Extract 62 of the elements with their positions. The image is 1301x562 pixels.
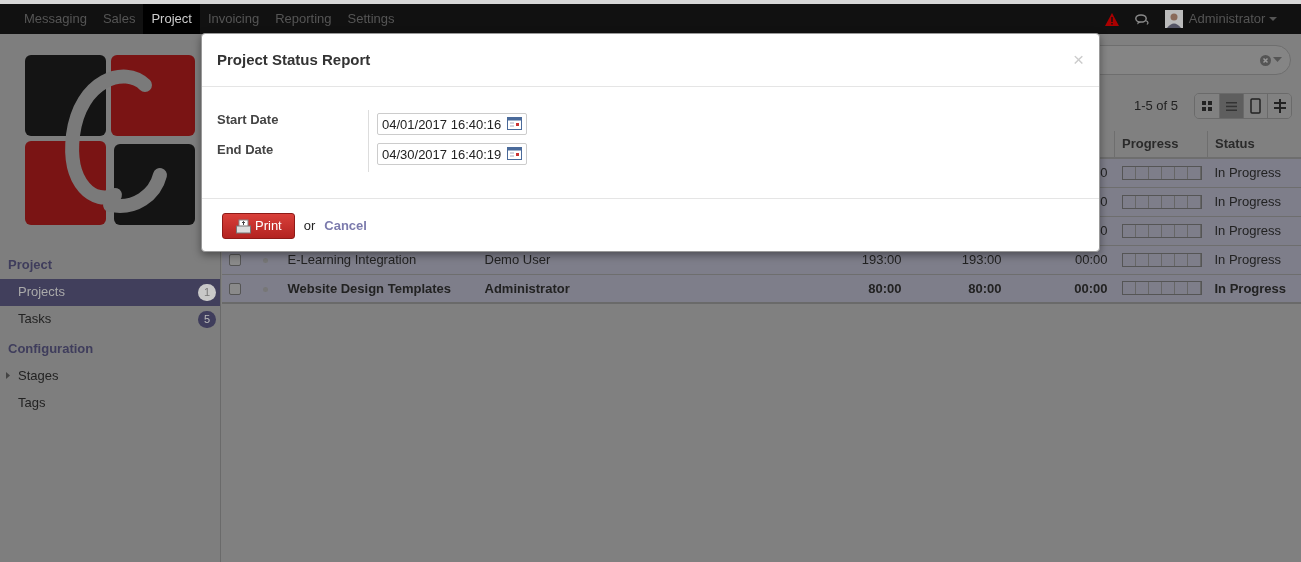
- table-cell: 193:00: [961, 251, 1002, 267]
- drag-handle-icon[interactable]: [262, 257, 268, 263]
- menu-item[interactable]: Reporting: [267, 4, 340, 34]
- expand-icon[interactable]: [6, 372, 10, 379]
- view-button[interactable]: [1267, 94, 1291, 118]
- count-badge: 1: [198, 283, 216, 301]
- date-field[interactable]: 04/01/2017 16:40:16: [377, 113, 527, 135]
- printer-icon: [236, 218, 251, 234]
- table-cell: Demo User: [484, 251, 551, 267]
- table-cell: 80:00: [868, 280, 902, 296]
- grid-icon: [1202, 101, 1212, 111]
- table-cell: 00:00: [1074, 280, 1108, 296]
- date-field[interactable]: 04/30/2017 16:40:19: [377, 143, 527, 165]
- print-button[interactable]: Print: [222, 213, 295, 239]
- menu-item[interactable]: Messaging: [16, 4, 95, 34]
- table-cell: In Progress: [1214, 251, 1281, 267]
- table-cell: In Progress: [1214, 280, 1287, 296]
- menu-item[interactable]: Settings: [339, 4, 403, 34]
- warning-icon[interactable]: [1104, 12, 1119, 26]
- table-cell: E-Learning Integration: [287, 251, 417, 267]
- list-icon: [1226, 101, 1237, 111]
- caret-icon[interactable]: [1269, 17, 1277, 23]
- menu-item[interactable]: Invoicing: [199, 4, 268, 34]
- section-title: Configuration: [7, 339, 95, 358]
- table-cell: 0: [1100, 222, 1108, 238]
- user-menu[interactable]: Administrator: [1188, 9, 1277, 29]
- table-cell: Website Design Templates: [287, 280, 451, 296]
- checkbox[interactable]: [228, 283, 241, 296]
- sidebar-item[interactable]: Projects 1: [0, 278, 220, 306]
- table-cell: In Progress: [1214, 165, 1281, 180]
- table-cell: 00:00: [1074, 251, 1108, 267]
- clear-icon[interactable]: [1260, 54, 1271, 66]
- view-button[interactable]: [1219, 94, 1243, 118]
- table-cell: In Progress: [1214, 193, 1281, 209]
- cancel-link[interactable]: Cancel: [324, 216, 367, 236]
- calendar-icon[interactable]: [507, 117, 522, 130]
- calendar-icon[interactable]: [507, 147, 522, 160]
- or-text: or: [303, 217, 316, 236]
- section-title: Project: [7, 256, 54, 274]
- field-label: End Date: [217, 141, 275, 159]
- table-cell: 193:00: [861, 251, 902, 267]
- table-cell: Administrator: [484, 280, 570, 296]
- sidebar-item[interactable]: Stages: [0, 362, 220, 389]
- pager-text: 1-5 of 5: [1133, 97, 1178, 116]
- menu-item[interactable]: Project: [143, 4, 200, 34]
- sidebar-item[interactable]: Tags: [0, 389, 220, 416]
- avatar-icon[interactable]: [1164, 10, 1183, 28]
- gantt-icon: [1273, 99, 1286, 113]
- sidebar-item[interactable]: Tasks 5: [0, 305, 220, 333]
- form-icon: [1250, 98, 1261, 114]
- caret-icon[interactable]: [1273, 57, 1282, 63]
- table-cell: In Progress: [1214, 222, 1281, 238]
- chat-icon[interactable]: [1134, 13, 1149, 25]
- dialog-title: Project Status Report: [217, 51, 371, 69]
- logo-icon: [25, 55, 195, 225]
- count-badge: 5: [198, 310, 216, 328]
- table-cell: 80:00: [968, 280, 1002, 296]
- table-cell: 0: [1100, 193, 1108, 209]
- field-label: Start Date: [217, 111, 280, 129]
- menu-item[interactable]: Sales: [94, 4, 144, 34]
- checkbox[interactable]: [228, 254, 241, 267]
- table-cell: 0: [1100, 165, 1108, 180]
